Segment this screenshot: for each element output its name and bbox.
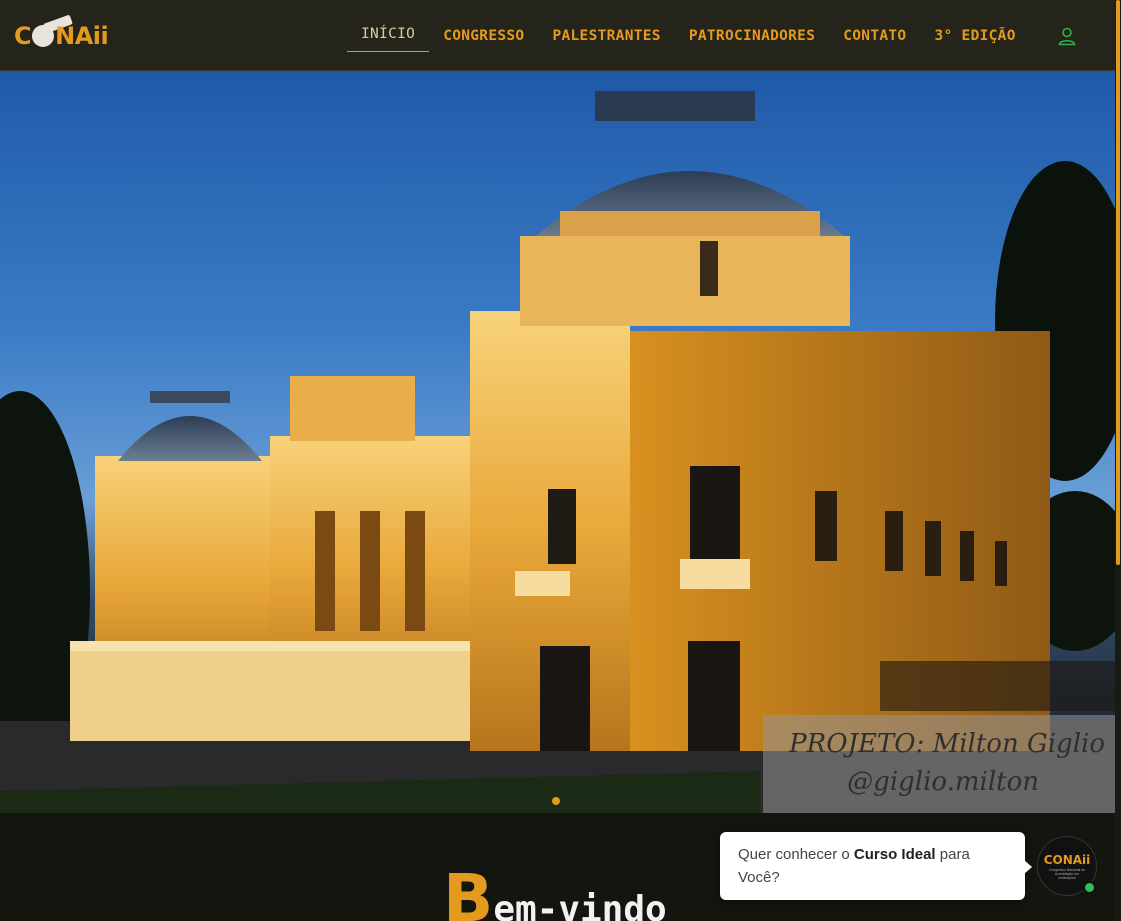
main-nav: INÍCIO CONGRESSO PALESTRANTES PATROCINAD… bbox=[347, 0, 1030, 71]
logo-o-mark bbox=[32, 25, 55, 47]
user-icon[interactable] bbox=[1057, 26, 1077, 46]
hero-carousel: PROJETO: Milton Giglio @giglio.milton bbox=[0, 71, 1115, 813]
caption-handle: @giglio.milton bbox=[847, 767, 1039, 797]
logo-rest: NAii bbox=[55, 22, 109, 50]
navbar: C NAii INÍCIO CONGRESSO PALESTRANTES PATR… bbox=[0, 0, 1115, 71]
chat-text-before: Quer conhecer o bbox=[738, 846, 854, 863]
logo-letter-c: C bbox=[14, 22, 32, 50]
chat-prompt-bubble[interactable]: Quer conhecer o Curso Ideal para Você? bbox=[720, 832, 1032, 900]
welcome-initial: B bbox=[443, 860, 494, 921]
nav-item-patrocinadores[interactable]: PATROCINADORES bbox=[675, 0, 829, 71]
nav-item-3a-edicao[interactable]: 3° EDIÇÃO bbox=[920, 0, 1029, 71]
page-scrollbar[interactable] bbox=[1115, 0, 1121, 921]
nav-item-palestrantes[interactable]: PALESTRANTES bbox=[538, 0, 674, 71]
chat-avatar-tagline: Congresso Nacional de Acreditação em Ins… bbox=[1048, 867, 1086, 880]
welcome-rest: em-vindo bbox=[493, 889, 667, 921]
hero-photo-palace bbox=[0, 91, 1115, 813]
nav-item-contato[interactable]: CONTATO bbox=[829, 0, 920, 71]
nav-item-label: INÍCIO bbox=[361, 25, 416, 42]
scrollbar-thumb[interactable] bbox=[1116, 0, 1120, 565]
chat-avatar-logo: CONAii bbox=[1043, 852, 1091, 867]
online-status-dot bbox=[1083, 881, 1096, 894]
welcome-heading: Bem-vindo bbox=[443, 860, 667, 921]
nav-item-congresso[interactable]: CONGRESSO bbox=[429, 0, 538, 71]
chat-text-bold: Curso Ideal bbox=[853, 846, 936, 863]
photo-credit-caption: PROJETO: Milton Giglio @giglio.milton bbox=[763, 715, 1115, 813]
nav-item-inicio[interactable]: INÍCIO bbox=[347, 0, 430, 71]
conaii-logo[interactable]: C NAii bbox=[14, 22, 109, 50]
carousel-indicator-dot[interactable] bbox=[552, 797, 560, 805]
caption-project: PROJETO: Milton Giglio bbox=[789, 729, 1105, 759]
